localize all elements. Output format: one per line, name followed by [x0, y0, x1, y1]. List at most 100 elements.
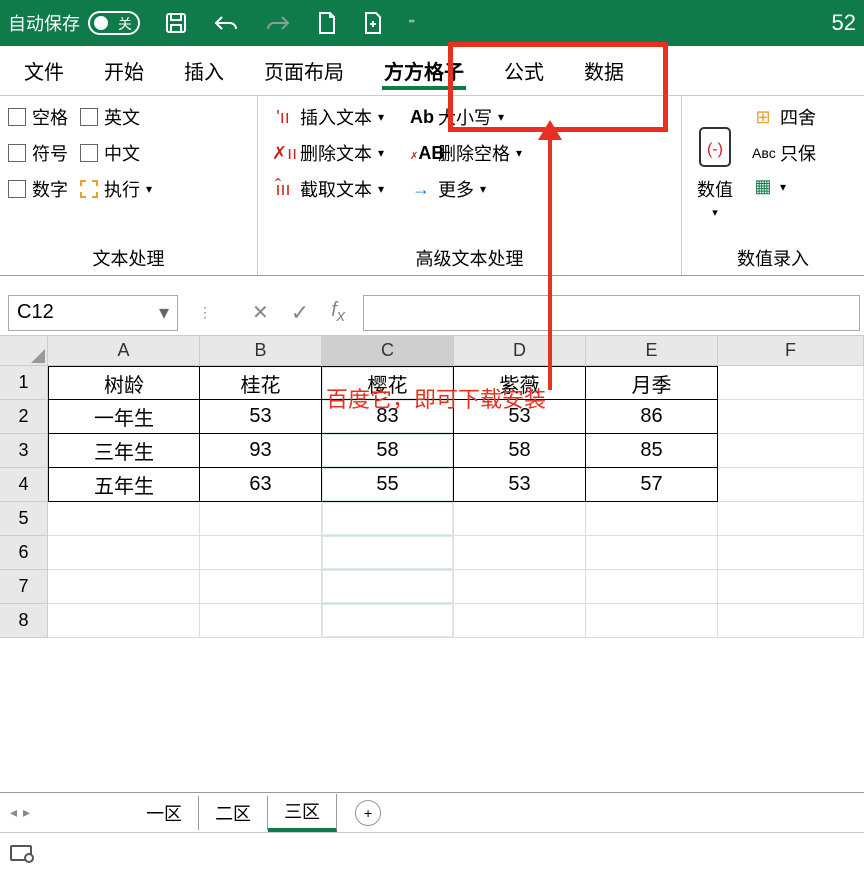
cell[interactable]: 85	[586, 434, 718, 468]
file-new-icon[interactable]	[362, 11, 384, 35]
chk-number[interactable]: 数字	[8, 176, 68, 202]
cell[interactable]	[586, 536, 718, 570]
cmd-delete-space[interactable]: ✗AB删除空格▾	[410, 140, 522, 166]
cell[interactable]: 83	[322, 400, 454, 434]
tab-layout[interactable]: 页面布局	[244, 46, 364, 96]
sheet-tab-1[interactable]: 一区	[130, 796, 199, 830]
cell[interactable]: 一年生	[48, 400, 200, 434]
cell[interactable]: 五年生	[48, 468, 200, 502]
row-header[interactable]: 7	[0, 570, 48, 604]
cmd-case[interactable]: Ab大小写▾	[410, 104, 522, 130]
sheet-tab-2[interactable]: 二区	[199, 796, 268, 830]
cell[interactable]	[586, 604, 718, 638]
cell[interactable]: 55	[322, 468, 454, 502]
autosave[interactable]: 自动保存 关	[8, 10, 140, 36]
enter-icon[interactable]: ✓	[291, 300, 309, 326]
col-header-E[interactable]: E	[586, 336, 718, 366]
chevron-down-icon[interactable]: ▾	[159, 300, 169, 325]
cell[interactable]: 樱花	[322, 366, 454, 400]
cell[interactable]	[322, 570, 454, 604]
cancel-icon[interactable]: ✕	[252, 300, 269, 325]
cell[interactable]	[718, 502, 864, 536]
cell[interactable]	[718, 536, 864, 570]
cell[interactable]: 53	[200, 400, 322, 434]
cell[interactable]	[454, 570, 586, 604]
col-header-A[interactable]: A	[48, 336, 200, 366]
cmd-extra[interactable]: ▦▾	[752, 176, 816, 197]
qat-overflow-icon[interactable]: ⁼	[408, 15, 415, 32]
cell[interactable]	[454, 502, 586, 536]
add-sheet-button[interactable]: +	[355, 800, 381, 826]
record-macro-icon[interactable]	[10, 845, 32, 861]
cell[interactable]	[322, 536, 454, 570]
cell[interactable]	[586, 502, 718, 536]
tab-ffgz[interactable]: 方方格子	[364, 46, 484, 96]
cell[interactable]: 三年生	[48, 434, 200, 468]
cell[interactable]: 月季	[586, 366, 718, 400]
cell[interactable]	[322, 604, 454, 638]
tab-data[interactable]: 数据	[564, 46, 644, 96]
cell[interactable]	[48, 502, 200, 536]
chk-symbol[interactable]: 符号	[8, 140, 68, 166]
row-header[interactable]: 3	[0, 434, 48, 468]
col-header-F[interactable]: F	[718, 336, 864, 366]
sheet-tab-3[interactable]: 三区	[268, 794, 337, 832]
cell[interactable]: 58	[322, 434, 454, 468]
autosave-toggle[interactable]: 关	[88, 11, 140, 35]
chk-chinese[interactable]: 中文	[80, 140, 152, 166]
save-icon[interactable]	[164, 11, 188, 35]
cell[interactable]	[718, 366, 864, 400]
row-header[interactable]: 1	[0, 366, 48, 400]
cell[interactable]: 63	[200, 468, 322, 502]
cell[interactable]	[200, 536, 322, 570]
col-header-C[interactable]: C	[322, 336, 454, 366]
sheet-nav-next-icon[interactable]: ▸	[23, 804, 30, 821]
cell[interactable]	[586, 570, 718, 604]
redo-icon[interactable]	[264, 13, 292, 33]
row-header[interactable]: 2	[0, 400, 48, 434]
cell[interactable]: 紫薇	[454, 366, 586, 400]
undo-icon[interactable]	[212, 13, 240, 33]
cell[interactable]	[454, 536, 586, 570]
tab-formula[interactable]: 公式	[484, 46, 564, 96]
tab-file[interactable]: 文件	[4, 46, 84, 96]
cell[interactable]	[48, 604, 200, 638]
cell[interactable]	[200, 604, 322, 638]
chk-space[interactable]: 空格	[8, 104, 68, 130]
row-header[interactable]: 4	[0, 468, 48, 502]
select-all-corner[interactable]	[0, 336, 48, 366]
cell[interactable]: 86	[586, 400, 718, 434]
cmd-more[interactable]: →更多▾	[410, 176, 522, 202]
cmd-extract-text[interactable]: ı̂ıı截取文本▾	[272, 176, 384, 202]
cell[interactable]	[718, 604, 864, 638]
cell[interactable]	[200, 570, 322, 604]
cell[interactable]: 53	[454, 468, 586, 502]
cell[interactable]: 树龄	[48, 366, 200, 400]
cell[interactable]: 93	[200, 434, 322, 468]
cell[interactable]	[454, 604, 586, 638]
row-header[interactable]: 6	[0, 536, 48, 570]
cell[interactable]	[718, 400, 864, 434]
cmd-keep[interactable]: Aʙc只保	[752, 140, 816, 166]
fx-icon[interactable]: fx	[331, 299, 345, 326]
cell[interactable]	[718, 570, 864, 604]
cell[interactable]	[200, 502, 322, 536]
cell[interactable]: 58	[454, 434, 586, 468]
col-header-D[interactable]: D	[454, 336, 586, 366]
col-header-B[interactable]: B	[200, 336, 322, 366]
file-icon[interactable]	[316, 11, 338, 35]
row-header[interactable]: 5	[0, 502, 48, 536]
tab-insert[interactable]: 插入	[164, 46, 244, 96]
cell[interactable]: 桂花	[200, 366, 322, 400]
tab-home[interactable]: 开始	[84, 46, 164, 96]
formula-input[interactable]	[363, 295, 860, 331]
chk-english[interactable]: 英文	[80, 104, 152, 130]
cmd-delete-text[interactable]: ✗ıı删除文本▾	[272, 140, 384, 166]
row-header[interactable]: 8	[0, 604, 48, 638]
cell[interactable]: 53	[454, 400, 586, 434]
name-box[interactable]: C12 ▾	[8, 295, 178, 331]
btn-execute[interactable]: 执行▾	[80, 176, 152, 202]
cell[interactable]	[48, 536, 200, 570]
cell[interactable]	[322, 502, 454, 536]
cell[interactable]	[718, 434, 864, 468]
